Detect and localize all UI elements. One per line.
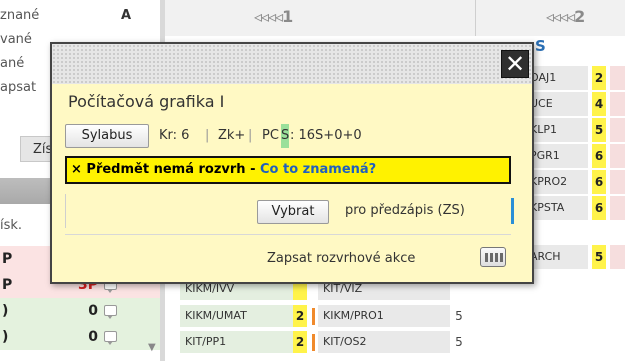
schedule-row: KIT/PP1 2 KIT/OS2 5	[165, 331, 625, 355]
zapsat-akce-label[interactable]: Zapsat rozvrhové akce	[267, 249, 415, 269]
subject-credits: 2	[293, 331, 307, 353]
schedule-view: ◃◃◃◃1 ◃◃◃◃2 S znané vané ané apsat A Zís…	[0, 0, 625, 361]
cell-marker	[610, 196, 625, 220]
subject-popup: ✕ Počítačová grafika I Sylabus Kr: 6 | Z…	[50, 42, 534, 284]
vybrat-button[interactable]: Vybrat	[257, 200, 329, 224]
scroll-down-icon[interactable]: ▼	[148, 342, 156, 353]
popup-drag-handle[interactable]	[52, 44, 532, 84]
block-separator	[475, 0, 476, 36]
row-type-letter: P	[2, 251, 13, 267]
subject-code: UCE	[530, 92, 588, 116]
cell-marker	[610, 92, 625, 116]
comment-icon[interactable]	[104, 331, 117, 345]
column-fragment: S	[535, 37, 546, 55]
pcs-value: : 16S+0+0	[290, 128, 362, 143]
popup-divider	[65, 234, 511, 235]
subject-credits: 6	[592, 170, 606, 194]
completion-type: Zk+	[218, 128, 246, 143]
right-cell-row[interactable]: KPSTA 6	[530, 196, 625, 220]
separator: |	[248, 128, 253, 143]
subject-code: OAJ1	[530, 66, 588, 90]
column-header-fragment: ísk.	[0, 218, 23, 233]
what-does-it-mean-link[interactable]: Co to znamená?	[260, 162, 376, 177]
subject-credits: 5	[592, 245, 606, 269]
row-value: 0	[88, 329, 98, 345]
pcs-prefix: PC	[262, 128, 279, 143]
cell-marker	[610, 118, 625, 142]
row-type-letter: P	[2, 277, 13, 293]
subject-code: KPSTA	[530, 196, 588, 220]
row-border	[65, 194, 66, 228]
credits-value: Kr: 6	[159, 128, 190, 143]
subject-code: PGR1	[530, 144, 588, 168]
status-line: znané	[0, 8, 40, 23]
prezapis-row: Vybrat pro předzápis (ZS)	[65, 194, 514, 228]
marker-bar	[312, 334, 315, 351]
subject-count: 5	[455, 309, 463, 323]
row-type-letter: )	[2, 329, 9, 345]
right-cell-row[interactable]: ARCH 5	[530, 245, 625, 269]
status-bar	[511, 198, 514, 224]
right-cell-row[interactable]: OAJ1 2	[530, 66, 625, 90]
subject-credits: 4	[592, 92, 606, 116]
schedule-row: KIKM/UMAT 2 KIKM/PRO1 5	[165, 305, 625, 329]
subject-credits: 6	[592, 144, 606, 168]
subject-cell[interactable]: KIT/PP1	[180, 331, 295, 353]
left-row: ) 0	[0, 324, 160, 350]
subject-credits: 2	[592, 66, 606, 90]
block-2-label[interactable]: ◃◃◃◃2	[546, 7, 585, 27]
cell-marker	[610, 170, 625, 194]
comment-icon[interactable]	[104, 305, 117, 319]
prezapis-label: pro předzápis (ZS)	[345, 203, 465, 218]
subject-code: ARCH	[530, 245, 588, 269]
pcs-highlight: S	[281, 124, 290, 148]
calendar-icon[interactable]	[480, 247, 506, 267]
right-cell-row[interactable]: PGR1 6	[530, 144, 625, 168]
subject-title: Počítačová grafika I	[68, 92, 225, 111]
warning-text: × Předmět nemá rozvrh	[71, 162, 246, 177]
right-cell-row[interactable]: UCE 4	[530, 92, 625, 116]
cell-marker	[610, 66, 625, 90]
marker-letter[interactable]: A	[117, 7, 135, 25]
sylabus-button[interactable]: Sylabus	[65, 124, 149, 148]
row-type-letter: )	[2, 303, 9, 319]
subject-code: KPRO2	[530, 170, 588, 194]
row-value: 0	[88, 303, 98, 319]
cell-marker	[610, 245, 625, 269]
subject-count: 5	[455, 335, 463, 349]
subject-code: KLP1	[530, 118, 588, 142]
subject-cell[interactable]: KIT/OS2	[318, 331, 450, 353]
subject-credits: 5	[592, 118, 606, 142]
no-schedule-warning: × Předmět nemá rozvrh - Co to znamená?	[65, 156, 511, 184]
marker-bar	[312, 308, 315, 325]
subject-cell[interactable]: KIKM/UMAT	[180, 305, 295, 327]
left-row: ) 0	[0, 298, 160, 324]
block-1-label[interactable]: ◃◃◃◃1	[254, 7, 293, 27]
right-cell-row[interactable]: KLP1 5	[530, 118, 625, 142]
subject-credits: 6	[592, 196, 606, 220]
separator: |	[205, 128, 210, 143]
subject-credits: 2	[293, 305, 307, 327]
subject-cell[interactable]: KIKM/PRO1	[318, 305, 450, 327]
right-cell-row[interactable]: KPRO2 6	[530, 170, 625, 194]
close-icon[interactable]: ✕	[501, 50, 529, 78]
cell-marker	[610, 144, 625, 168]
warning-dash: -	[245, 162, 261, 177]
